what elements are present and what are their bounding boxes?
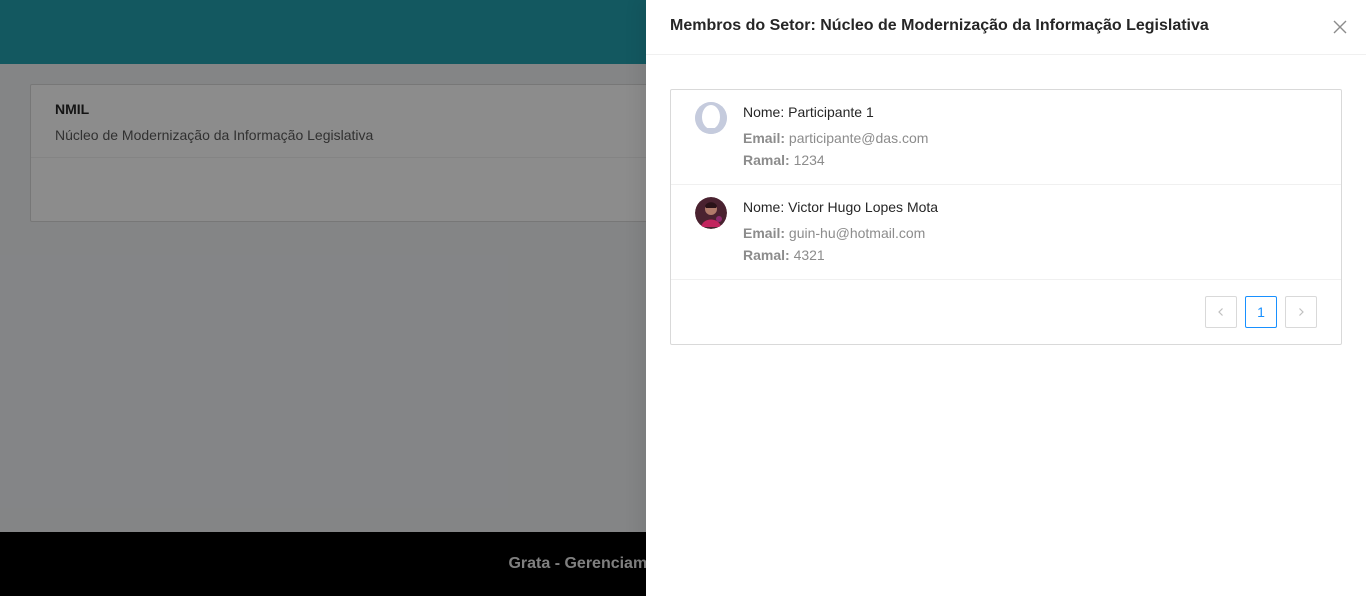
drawer-title: Membros do Setor: Núcleo de Modernização… bbox=[670, 17, 1209, 34]
extension-label: Ramal: bbox=[743, 247, 790, 263]
chevron-right-icon bbox=[1299, 308, 1304, 316]
close-button[interactable] bbox=[1330, 17, 1350, 37]
member-email: participante@das.com bbox=[788, 130, 929, 146]
member-extension-row: Ramal: 4321 bbox=[743, 244, 938, 266]
pagination: 1 bbox=[671, 280, 1341, 344]
member-email-row: Email: participante@das.com bbox=[743, 127, 928, 149]
user-placeholder-icon bbox=[695, 102, 727, 134]
drawer-header: Membros do Setor: Núcleo de Modernização… bbox=[646, 0, 1366, 55]
member-email: guin-hu@hotmail.com bbox=[788, 225, 926, 241]
member-email-row: Email: guin-hu@hotmail.com bbox=[743, 222, 938, 244]
prev-page-button[interactable] bbox=[1205, 296, 1237, 328]
close-icon bbox=[1333, 20, 1347, 34]
extension-label: Ramal: bbox=[743, 152, 790, 168]
page-button-current[interactable]: 1 bbox=[1245, 296, 1277, 328]
members-drawer: Membros do Setor: Núcleo de Modernização… bbox=[646, 0, 1366, 596]
list-item: Nome: Victor Hugo Lopes Mota Email: guin… bbox=[671, 185, 1341, 280]
chevron-left-icon bbox=[1218, 308, 1223, 316]
member-list: Nome: Participante 1 Email: participante… bbox=[670, 89, 1342, 345]
member-extension: 1234 bbox=[793, 152, 825, 168]
list-item: Nome: Participante 1 Email: participante… bbox=[671, 90, 1341, 185]
drawer-body: Nome: Participante 1 Email: participante… bbox=[646, 55, 1366, 345]
user-photo bbox=[695, 197, 727, 229]
email-label: Email: bbox=[743, 225, 786, 241]
member-info: Nome: Participante 1 Email: participante… bbox=[743, 102, 928, 174]
member-extension: 4321 bbox=[793, 247, 825, 263]
email-label: Email: bbox=[743, 130, 786, 146]
member-name: Nome: Victor Hugo Lopes Mota bbox=[743, 199, 939, 215]
member-info: Nome: Victor Hugo Lopes Mota Email: guin… bbox=[743, 197, 938, 269]
member-extension-row: Ramal: 1234 bbox=[743, 149, 928, 171]
member-name: Nome: Participante 1 bbox=[743, 104, 874, 120]
next-page-button[interactable] bbox=[1285, 296, 1317, 328]
